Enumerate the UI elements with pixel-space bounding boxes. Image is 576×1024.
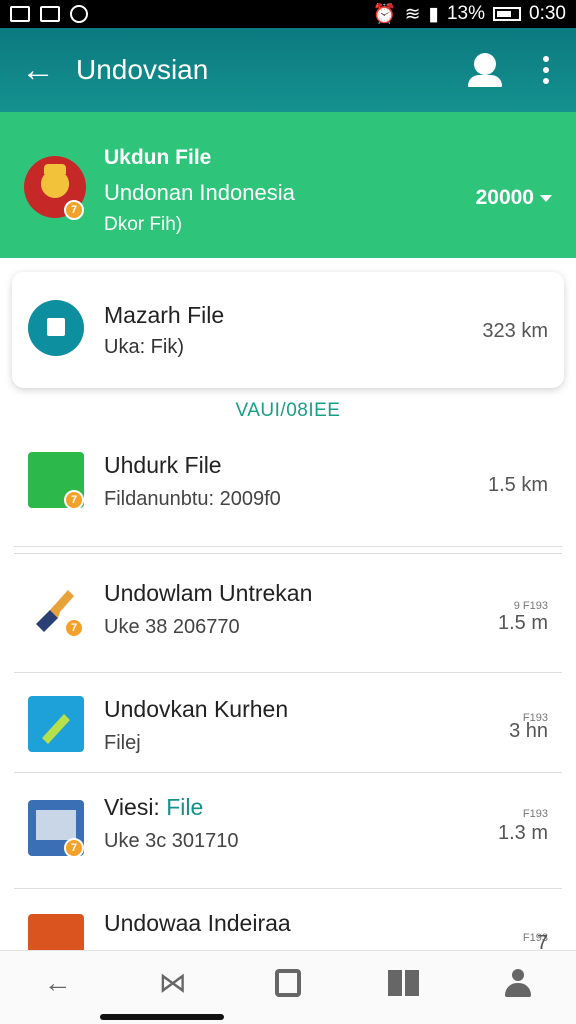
bottom-navigation: ← ⋈ <box>0 950 576 1024</box>
item-title: Uhdurk File <box>104 452 222 478</box>
split-view-icon <box>387 969 419 996</box>
item-title: Viesi: File <box>104 794 203 821</box>
card-title: Mazarh File <box>104 302 225 328</box>
message-icon: 7 <box>28 452 84 510</box>
item-title: Undowlam Untrekan <box>104 580 313 606</box>
hero-title: Ukdun File <box>104 146 212 169</box>
dot <box>543 78 549 84</box>
hero-banner[interactable]: 7 Ukdun File Undonan Indonesia Dkor Fih)… <box>0 112 576 258</box>
nav-profile-button[interactable] <box>488 958 548 1008</box>
status-system: ⏰ ≋ ▮ 13% 0:30 <box>373 2 566 26</box>
battery-icon <box>493 7 522 21</box>
dot <box>543 67 549 73</box>
pen-glyph <box>42 714 70 744</box>
account-icon <box>468 53 502 87</box>
list-item[interactable]: Undowaa Indeiraa F193 7 <box>0 888 576 950</box>
hero-caption: Dkor Fih) <box>104 214 183 235</box>
status-bar: ⏰ ≋ ▮ 13% 0:30 <box>0 0 576 28</box>
media-icon <box>28 914 84 950</box>
hero-value: 20000 <box>475 186 534 209</box>
notification-badge: 7 <box>64 618 84 638</box>
notification-badge: 7 <box>64 838 84 858</box>
square-icon <box>274 968 301 997</box>
hero-subtitle: Undonan Indonesia <box>104 180 295 205</box>
photo-icon: 7 <box>28 800 84 858</box>
dot <box>543 56 549 62</box>
arrow-left-icon: ← <box>21 50 55 89</box>
wifi-icon: ≋ <box>404 3 421 25</box>
more-options-button[interactable] <box>526 40 566 100</box>
item-title-prefix: Viesi: <box>104 794 167 820</box>
chevron-down-icon <box>540 194 552 202</box>
back-button[interactable]: ← <box>0 28 76 112</box>
signal-icon: ▮ <box>428 3 439 25</box>
bowtie-icon: ⋈ <box>158 967 187 998</box>
hero-value-dropdown[interactable]: 20000 <box>476 186 552 210</box>
item-size: 1.5 m <box>497 612 548 634</box>
nav-bowtie-button[interactable]: ⋈ <box>143 958 203 1008</box>
status-notifications <box>10 5 88 23</box>
item-title: Undovkan Kurhen <box>104 696 289 722</box>
list-item[interactable]: 7 Undowlam Untrekan Uke 38 206770 9 F193… <box>0 560 576 672</box>
battery-percent: 13% <box>446 3 486 24</box>
nav-back-button[interactable]: ← <box>28 958 88 1008</box>
divider <box>14 553 562 554</box>
account-button[interactable] <box>460 40 510 100</box>
nav-split-button[interactable] <box>373 958 433 1008</box>
chart-notification-icon <box>40 6 60 22</box>
notification-badge: 7 <box>64 200 84 220</box>
item-title-highlight: File <box>166 794 204 820</box>
divider <box>14 546 562 547</box>
item-subtitle: Uke 38 206770 <box>104 616 240 638</box>
card-size: 323 km <box>482 320 548 342</box>
pen-icon <box>28 696 84 752</box>
garuda-emblem-icon: 7 <box>24 156 86 220</box>
hand-icon: 7 <box>28 580 84 638</box>
list-item[interactable]: Undovkan Kurhen Filej F193 3 hn <box>0 672 576 772</box>
app-bar: ← Undovsian <box>0 28 576 112</box>
home-indicator[interactable] <box>100 1014 224 1020</box>
item-size: 3 hn <box>509 720 548 742</box>
item-subtitle: Uke 3c 301710 <box>104 830 239 852</box>
file-icon <box>28 300 84 356</box>
nav-square-button[interactable] <box>258 958 318 1008</box>
app-title: Undovsian <box>76 54 209 85</box>
card-subtitle: Uka: Fik) <box>104 336 184 358</box>
notification-badge: 7 <box>64 490 84 510</box>
item-subtitle: Fildanunbtu: 2009f0 <box>104 488 281 510</box>
featured-file-card[interactable]: Mazarh File Uka: Fik) 323 km <box>12 272 564 388</box>
image-notification-icon <box>10 6 30 22</box>
list-item[interactable]: 7 Uhdurk File Fildanunbtu: 2009f0 1.5 km <box>0 440 576 546</box>
item-size: 1.5 km <box>487 474 548 496</box>
item-subtitle: Filej <box>104 732 141 754</box>
clock: 0:30 <box>529 3 566 24</box>
person-icon <box>505 968 532 997</box>
item-size-label: 9 F193 <box>513 600 548 612</box>
arrow-left-icon: ← <box>43 966 72 998</box>
alarm-icon: ⏰ <box>372 4 397 25</box>
list-item[interactable]: 7 Viesi: File Uke 3c 301710 F193 1.3 m <box>0 772 576 888</box>
item-size: 1.3 m <box>497 822 548 844</box>
sync-notification-icon <box>70 5 88 23</box>
item-title: Undowaa Indeiraa <box>104 910 291 936</box>
item-size: 7 <box>536 932 548 950</box>
section-label: VAUI/08IEE <box>235 400 341 421</box>
item-size-label: F193 <box>522 808 548 820</box>
